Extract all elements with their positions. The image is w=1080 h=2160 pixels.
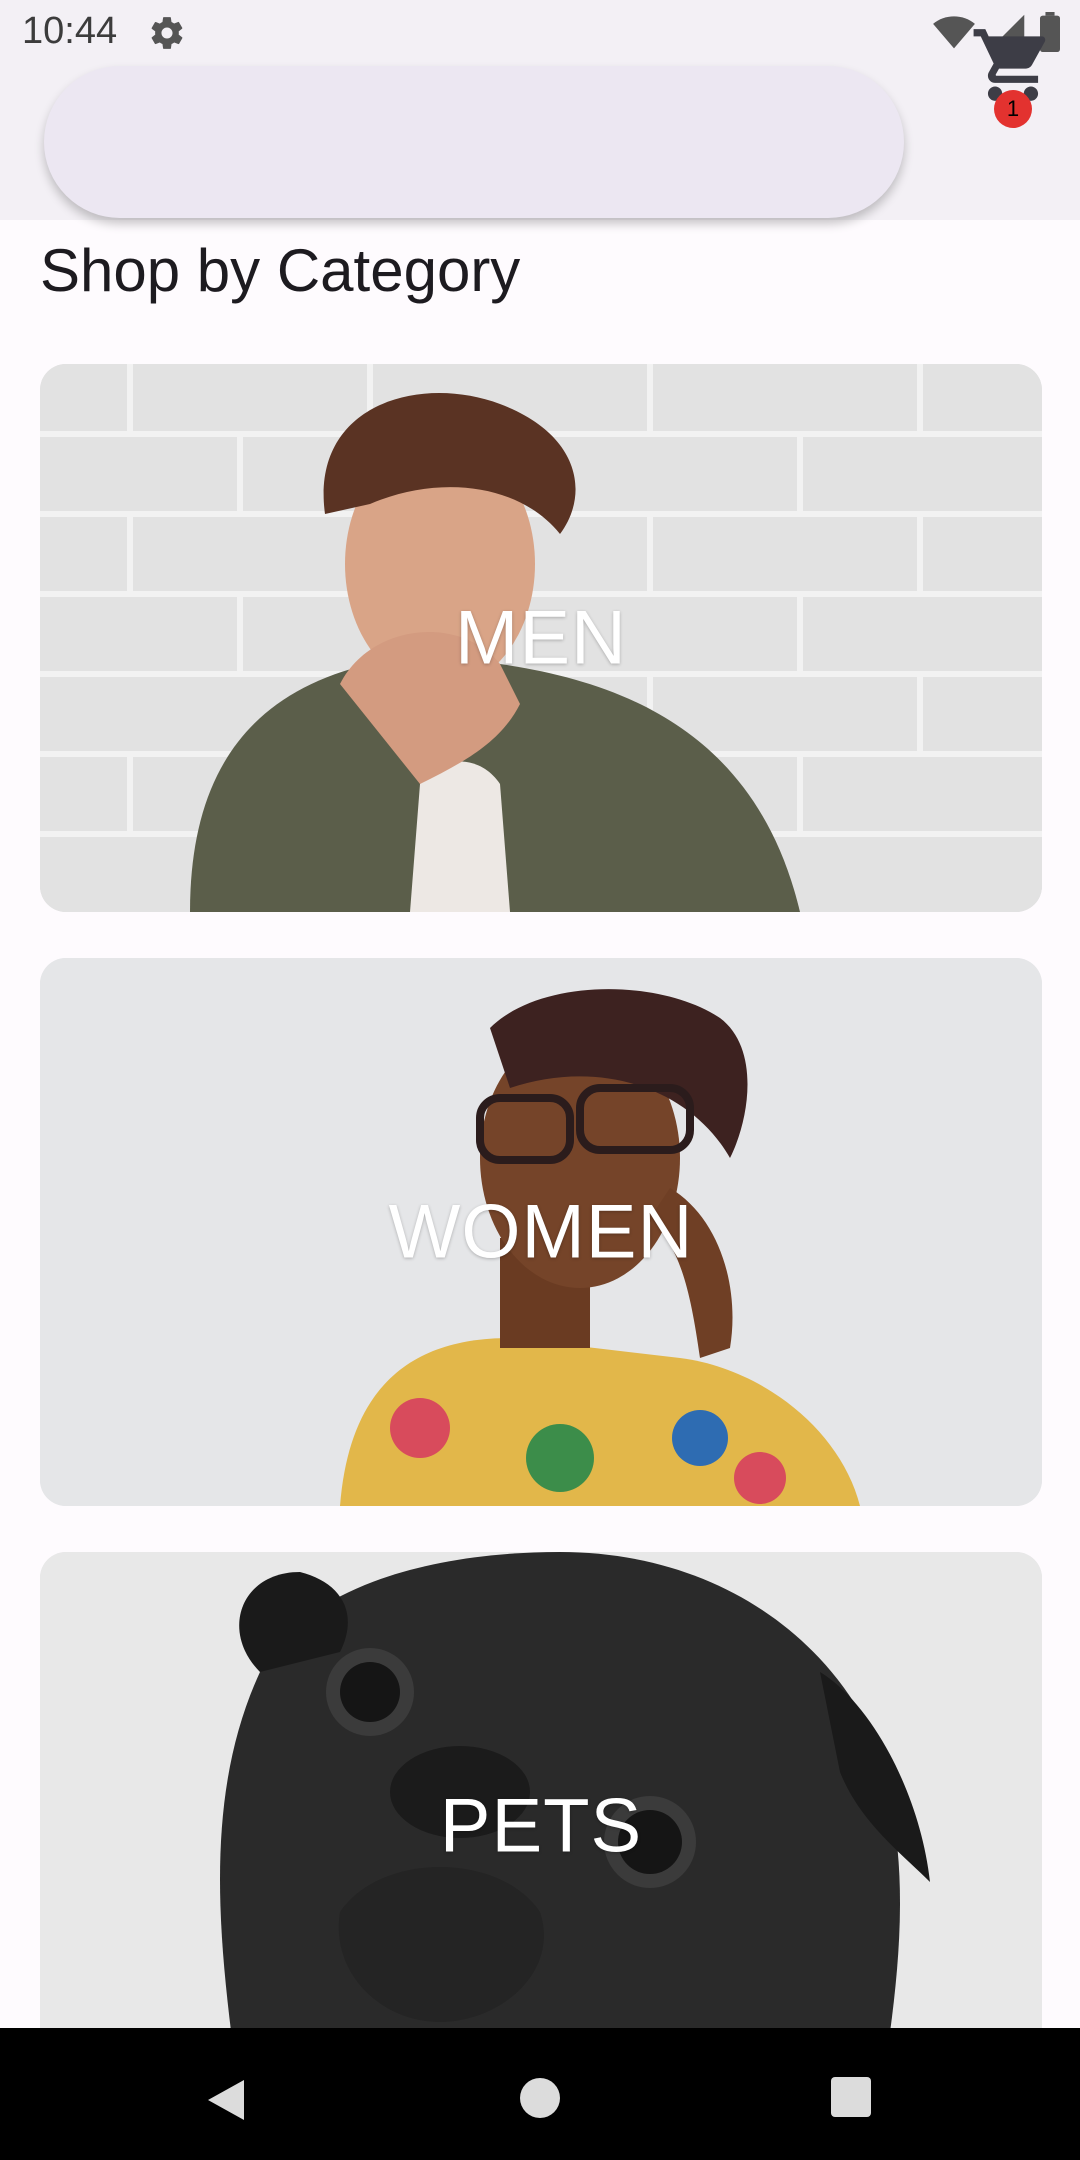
screen: 10:44 1 Shop by Category MEN WOMEN PETS [0,0,1080,2160]
app-bar [0,64,1080,220]
status-bar: 10:44 [0,0,1080,64]
recents-icon[interactable] [830,2076,872,2118]
section-title: Shop by Category [40,237,521,304]
category-card-pets[interactable]: PETS [40,1552,1042,2100]
search-bar[interactable] [44,66,904,218]
category-card-men[interactable]: MEN [40,364,1042,912]
category-card-women[interactable]: WOMEN [40,958,1042,1506]
back-icon[interactable] [204,2076,248,2124]
navigation-bar [0,2028,1080,2160]
status-time: 10:44 [22,10,118,52]
home-icon[interactable] [518,2076,562,2120]
category-label-pets: PETS [439,1783,643,1869]
category-label-men: MEN [455,595,627,681]
cart-badge: 1 [994,90,1032,128]
category-label-women: WOMEN [388,1189,694,1275]
gear-icon [151,17,183,49]
